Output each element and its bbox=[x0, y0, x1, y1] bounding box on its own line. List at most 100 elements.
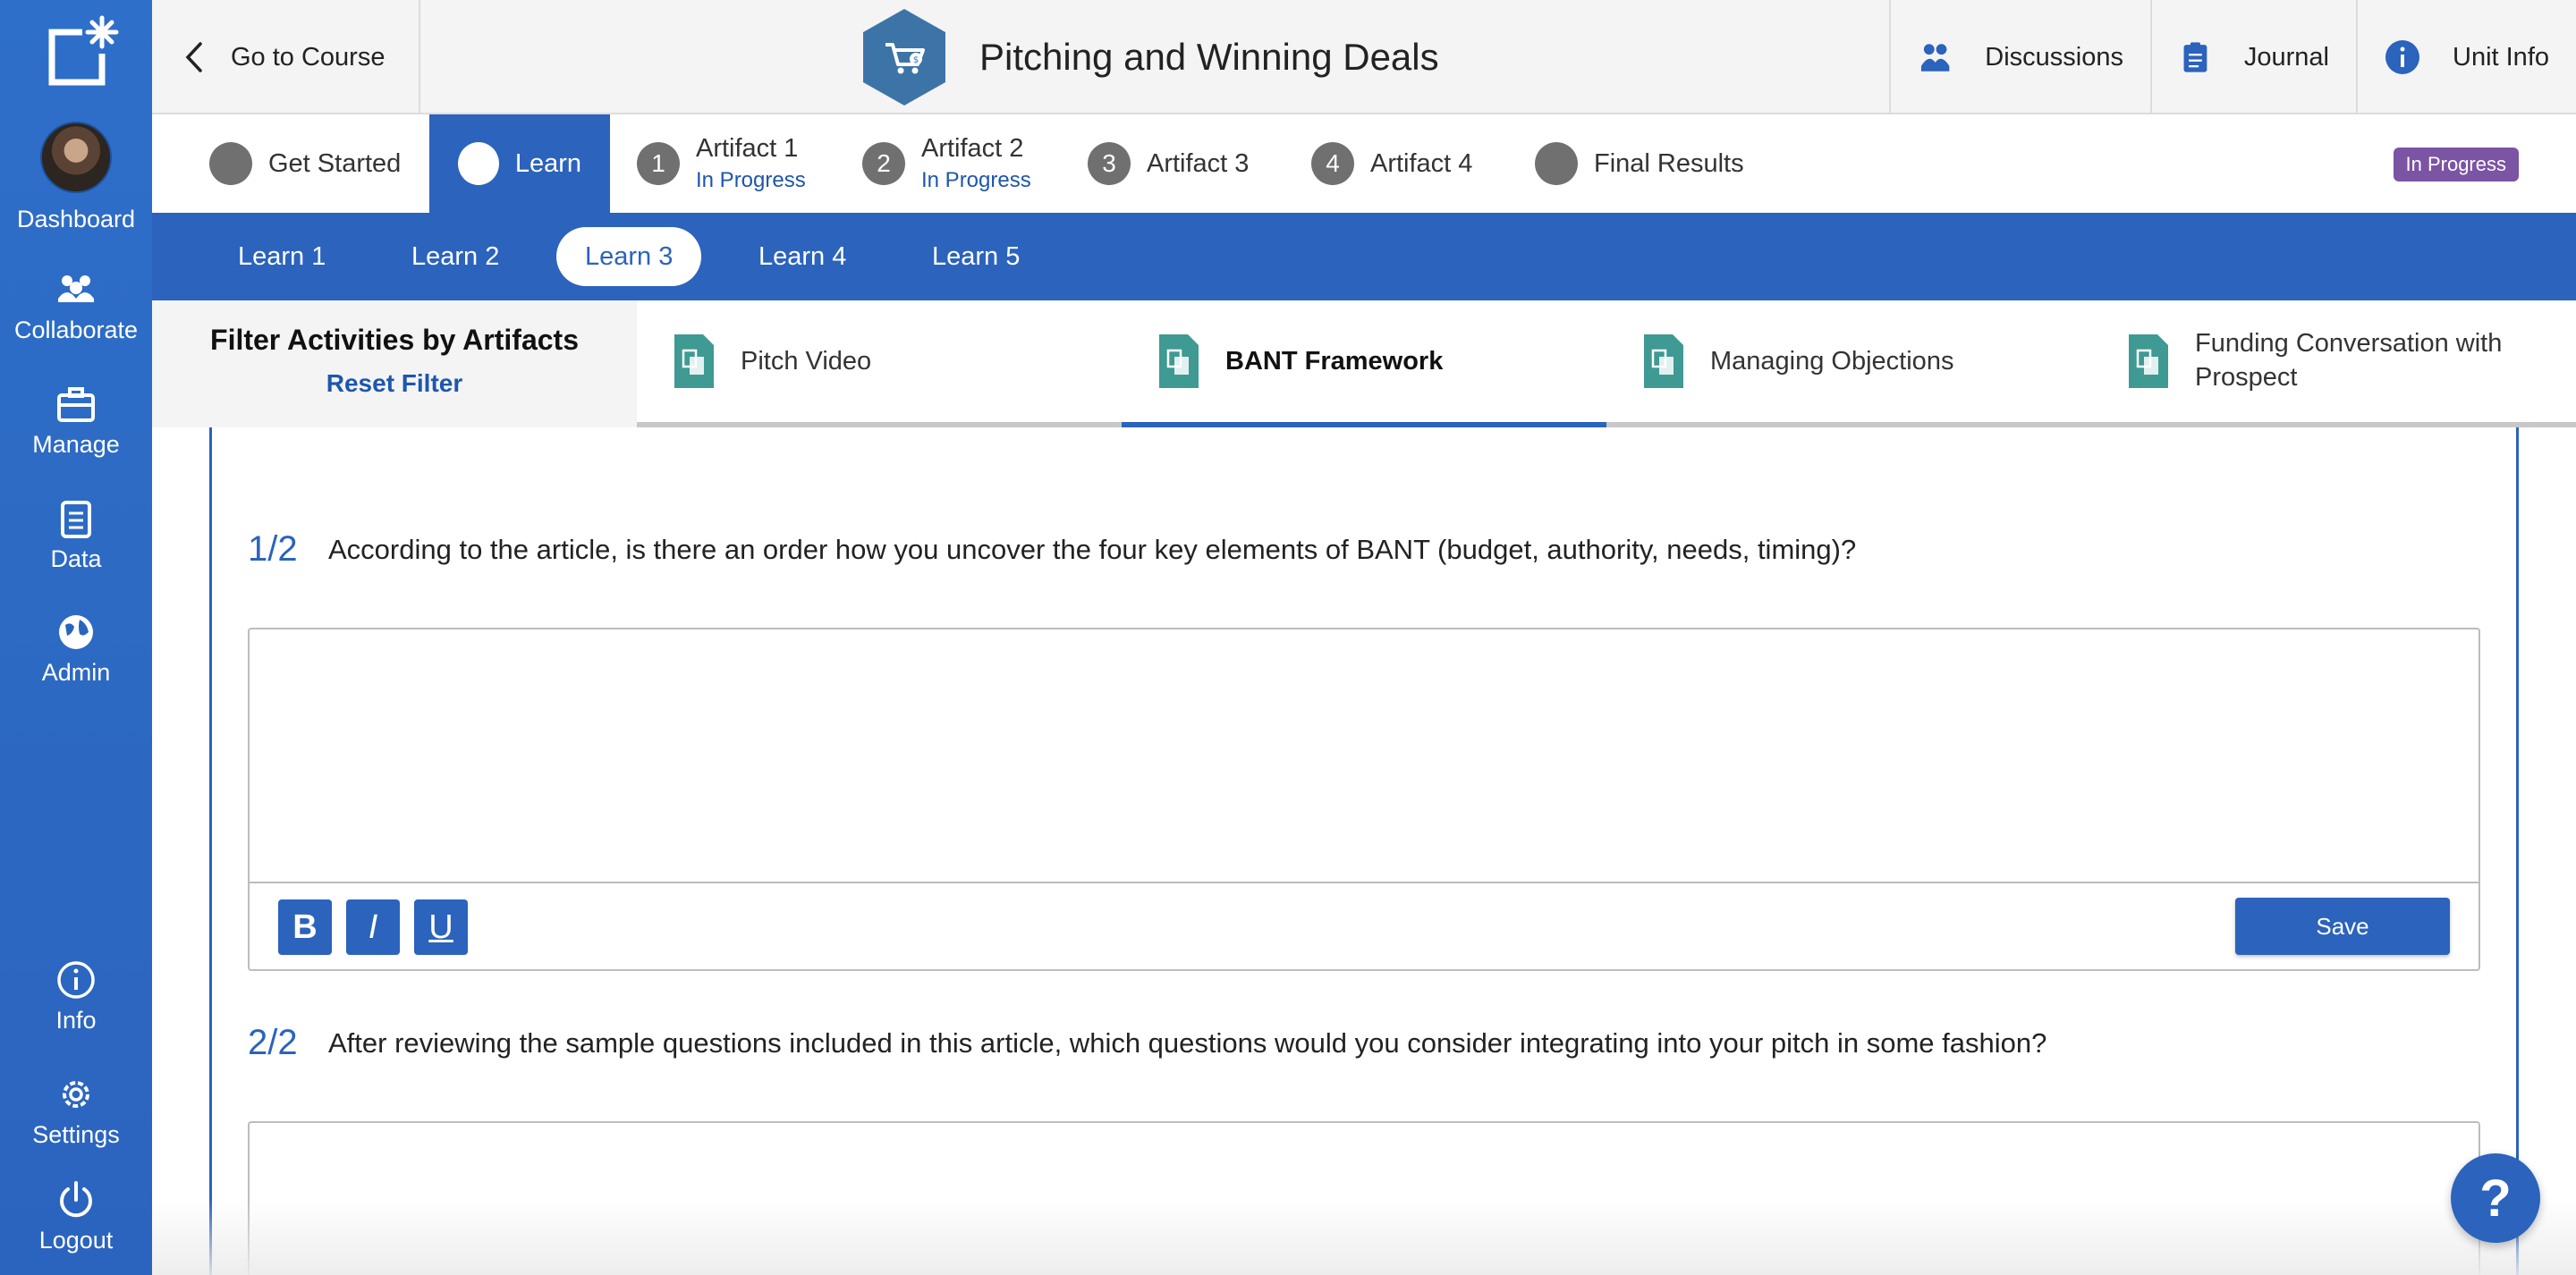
step-status: In Progress bbox=[921, 167, 1031, 192]
sidebar-item-data[interactable]: Data bbox=[0, 497, 152, 573]
header-links: Discussions Journal Unit Info bbox=[1889, 0, 2576, 114]
question-text: After reviewing the sample questions inc… bbox=[328, 1026, 2047, 1059]
help-button[interactable]: ? bbox=[2451, 1153, 2540, 1243]
sidebar: Dashboard Collaborate Manage Data Admin … bbox=[0, 0, 152, 1275]
italic-button[interactable]: I bbox=[346, 899, 400, 955]
artifact-tab-managing-objections[interactable]: Managing Objections bbox=[1606, 300, 2091, 427]
question-number: 1/2 bbox=[248, 529, 298, 569]
tab-learn-2[interactable]: Learn 2 bbox=[383, 227, 528, 286]
question-2: 2/2 After reviewing the sample questions… bbox=[248, 1023, 2046, 1063]
artifact-tab-pitch-video[interactable]: Pitch Video bbox=[637, 300, 1122, 427]
tab-learn-5[interactable]: Learn 5 bbox=[903, 227, 1048, 286]
filter-panel: Filter Activities by Artifacts Reset Fil… bbox=[152, 300, 637, 427]
step-label: Artifact 4 bbox=[1370, 148, 1473, 178]
info-icon bbox=[2385, 40, 2419, 74]
learn-tabs: Learn 1 Learn 2 Learn 3 Learn 4 Learn 5 bbox=[152, 213, 2576, 300]
answer-editor-1[interactable]: B I U Save bbox=[248, 628, 2480, 971]
sidebar-item-label: Dashboard bbox=[16, 206, 136, 232]
step-dot bbox=[1535, 142, 1578, 185]
step-final-results[interactable]: Final Results bbox=[1535, 114, 1744, 213]
reset-filter-link[interactable]: Reset Filter bbox=[152, 369, 637, 398]
go-to-course-button[interactable]: Go to Course bbox=[152, 0, 420, 114]
go-to-course-label: Go to Course bbox=[231, 42, 386, 72]
step-status: In Progress bbox=[696, 167, 806, 192]
tab-learn-4[interactable]: Learn 4 bbox=[730, 227, 875, 286]
unit-info-link[interactable]: Unit Info bbox=[2356, 0, 2576, 114]
briefcase-icon bbox=[57, 387, 95, 422]
step-artifact-2[interactable]: 2 Artifact 2 In Progress bbox=[862, 114, 1031, 213]
step-artifact-3[interactable]: 3 Artifact 3 bbox=[1088, 114, 1249, 213]
chevron-left-icon bbox=[185, 42, 202, 72]
step-dot bbox=[209, 142, 252, 185]
step-label: Final Results bbox=[1594, 148, 1744, 178]
journal-icon bbox=[2183, 42, 2207, 72]
question-number: 2/2 bbox=[248, 1023, 298, 1062]
document-icon bbox=[2129, 334, 2168, 388]
document-icon bbox=[1644, 334, 1683, 388]
people-icon bbox=[58, 275, 94, 302]
step-label: Artifact 2 bbox=[921, 133, 1024, 163]
people-icon bbox=[1920, 44, 1950, 72]
sidebar-item-settings[interactable]: Settings bbox=[0, 1073, 152, 1149]
step-learn[interactable]: Learn bbox=[429, 114, 610, 213]
gear-icon bbox=[63, 1081, 89, 1108]
sidebar-item-label: Admin bbox=[41, 659, 111, 686]
artifact-tab-label: BANT Framework bbox=[1225, 346, 1444, 376]
artifact-tab-funding-conversation[interactable]: Funding Conversation with Prospect bbox=[2091, 300, 2576, 427]
step-label: Get Started bbox=[268, 148, 402, 178]
answer-editor-2[interactable] bbox=[248, 1121, 2480, 1275]
discussions-label: Discussions bbox=[1985, 42, 2123, 72]
step-get-started[interactable]: Get Started bbox=[209, 114, 401, 213]
avatar bbox=[40, 122, 112, 193]
tab-learn-1[interactable]: Learn 1 bbox=[209, 227, 354, 286]
step-number: 2 bbox=[862, 142, 905, 185]
status-badge: In Progress bbox=[2393, 148, 2519, 182]
sidebar-item-collaborate[interactable]: Collaborate bbox=[0, 268, 152, 344]
artifact-tab-label: Managing Objections bbox=[1710, 346, 1954, 376]
step-dot bbox=[458, 142, 499, 185]
step-number: 3 bbox=[1088, 142, 1131, 185]
sidebar-item-label: Logout bbox=[38, 1227, 114, 1254]
sidebar-item-admin[interactable]: Admin bbox=[0, 611, 152, 687]
sparkle-square-icon[interactable] bbox=[43, 14, 120, 91]
sidebar-item-label: Info bbox=[55, 1007, 97, 1034]
question-1: 1/2 According to the article, is there a… bbox=[248, 529, 1856, 570]
step-label: Learn bbox=[514, 148, 581, 178]
sidebar-item-label: Manage bbox=[32, 431, 120, 458]
top-header: Go to Course $ Pitching and Winning Deal… bbox=[152, 0, 2576, 114]
tab-learn-3[interactable]: Learn 3 bbox=[556, 227, 702, 286]
bold-button[interactable]: B bbox=[278, 899, 332, 955]
editor-toolbar: B I U Save bbox=[250, 882, 2479, 969]
document-icon bbox=[1159, 334, 1199, 388]
discussions-link[interactable]: Discussions bbox=[1889, 0, 2150, 114]
activity-content: 1/2 According to the article, is there a… bbox=[209, 427, 2519, 1275]
info-icon bbox=[57, 961, 95, 999]
sidebar-item-manage[interactable]: Manage bbox=[0, 383, 152, 459]
course-title: Pitching and Winning Deals bbox=[863, 0, 1439, 114]
step-artifact-4[interactable]: 4 Artifact 4 bbox=[1311, 114, 1472, 213]
clipboard-icon bbox=[61, 501, 91, 538]
step-label: Artifact 3 bbox=[1147, 148, 1250, 178]
filter-title: Filter Activities by Artifacts bbox=[210, 324, 579, 356]
power-icon bbox=[60, 1181, 92, 1218]
artifact-tab-bant-framework[interactable]: BANT Framework bbox=[1122, 300, 1606, 427]
progress-steps: Get Started Learn 1 Artifact 1 In Progres… bbox=[152, 114, 2576, 213]
document-icon bbox=[674, 334, 714, 388]
step-label: Artifact 1 bbox=[696, 133, 799, 163]
sidebar-item-label: Data bbox=[50, 545, 102, 572]
sidebar-item-dashboard[interactable]: Dashboard bbox=[0, 122, 152, 233]
journal-link[interactable]: Journal bbox=[2150, 0, 2356, 114]
sidebar-item-label: Settings bbox=[32, 1121, 120, 1148]
sidebar-item-info[interactable]: Info bbox=[0, 958, 152, 1034]
step-artifact-1[interactable]: 1 Artifact 1 In Progress bbox=[637, 114, 806, 213]
underline-button[interactable]: U bbox=[414, 899, 468, 955]
sidebar-item-logout[interactable]: Logout bbox=[0, 1178, 152, 1254]
sidebar-item-label: Collaborate bbox=[13, 317, 139, 343]
journal-label: Journal bbox=[2243, 42, 2329, 72]
unit-info-label: Unit Info bbox=[2453, 42, 2549, 72]
question-text: According to the article, is there an or… bbox=[328, 533, 1857, 565]
save-button[interactable]: Save bbox=[2235, 898, 2450, 955]
step-number: 4 bbox=[1311, 142, 1354, 185]
course-title-text: Pitching and Winning Deals bbox=[979, 36, 1439, 78]
artifact-filter: Filter Activities by Artifacts Reset Fil… bbox=[152, 300, 2576, 427]
